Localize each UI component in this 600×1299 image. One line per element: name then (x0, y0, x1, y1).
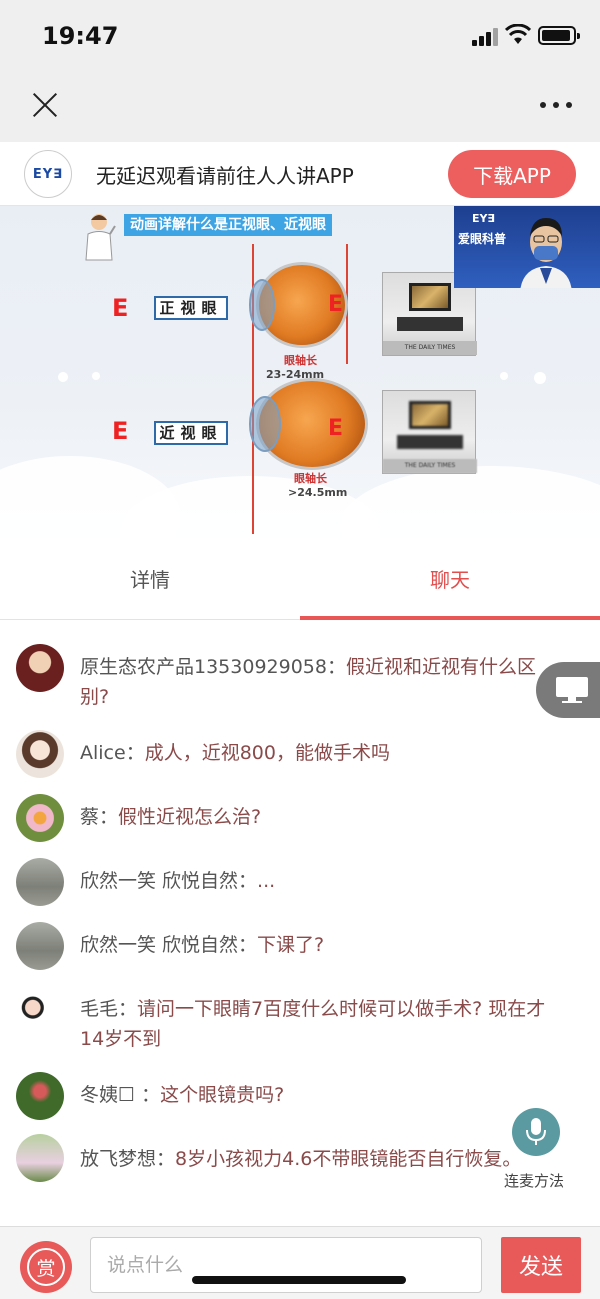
mic-help-link[interactable]: 连麦方法 (504, 1170, 564, 1191)
signal-icon (472, 28, 498, 46)
avatar (16, 922, 64, 970)
tab-details[interactable]: 详情 (0, 538, 300, 620)
status-time: 19:47 (42, 22, 119, 50)
send-button[interactable]: 发送 (501, 1237, 581, 1293)
chat-username: 毛毛： (80, 998, 138, 1020)
focus-letter-e: E (328, 416, 344, 441)
myopia-eye-image (249, 378, 368, 470)
avatar (16, 730, 64, 778)
avatar (16, 986, 64, 1034)
bottom-bar: 赏 发送 (0, 1226, 600, 1299)
focus-letter-e: E (328, 292, 344, 317)
app-logo: EY∃ (24, 150, 72, 198)
doctor-icon (85, 214, 116, 261)
screen-cast-button[interactable] (536, 662, 600, 718)
avatar (16, 858, 64, 906)
chat-text: 下课了? (257, 934, 325, 956)
home-indicator (192, 1276, 406, 1284)
reward-label: 赏 (27, 1248, 65, 1286)
microphone-icon (526, 1118, 546, 1145)
presenter-avatar (520, 218, 572, 288)
chart-letter-e: E (112, 417, 129, 445)
chat-username: 欣然一笑 欣悦自然： (80, 870, 258, 892)
chat-username: 蔡： (80, 806, 119, 828)
chat-text: 请问一下眼睛7百度什么时候可以做手术? 现在才14岁不到 (80, 998, 546, 1050)
nav-bar (0, 70, 600, 142)
chat-text: 这个眼镜贵吗? (160, 1084, 285, 1106)
status-bar: 19:47 (0, 0, 600, 70)
tab-chat[interactable]: 聊天 (300, 538, 600, 620)
chart-letter-e: E (112, 294, 129, 322)
battery-icon (538, 26, 580, 45)
blurry-tv-image: THE DAILY TIMES (382, 390, 477, 474)
chat-text: ... (257, 870, 276, 892)
normal-eye-label: 正视眼 (154, 296, 228, 320)
close-icon[interactable] (32, 92, 58, 118)
myopia-axis-value: >24.5mm (288, 486, 348, 499)
pip-brand: EY∃ (472, 212, 495, 225)
tv-caption: THE DAILY TIMES (383, 459, 477, 473)
chat-username: 放飞梦想： (80, 1148, 176, 1170)
chat-username: 冬姨☐ ： (80, 1084, 161, 1106)
presenter-video[interactable]: EY∃ 爱眼科普 (454, 206, 600, 288)
chat-text: 成人，近视800，能做手术吗 (144, 742, 390, 764)
avatar (16, 794, 64, 842)
reward-button[interactable]: 赏 (20, 1241, 72, 1293)
mic-button[interactable] (512, 1108, 560, 1156)
chat-text: 8岁小孩视力4.6不带眼镜能否自行恢复。 (175, 1148, 522, 1170)
chat-input[interactable] (90, 1237, 482, 1293)
chat-username: Alice： (80, 742, 145, 764)
avatar (16, 1134, 64, 1182)
pip-title: 爱眼科普 (458, 232, 507, 246)
more-icon[interactable] (540, 102, 572, 110)
chat-username: 欣然一笑 欣悦自然： (80, 934, 258, 956)
chat-text: 假性近视怎么治? (118, 806, 262, 828)
download-banner: EY∃ 无延迟观看请前往人人讲APP 下载APP (0, 142, 600, 206)
banner-title: 无延迟观看请前往人人讲APP (96, 164, 354, 188)
axis-label: 眼轴长 (284, 354, 317, 367)
tab-bar: 详情 聊天 (0, 538, 600, 620)
download-app-button[interactable]: 下载APP (448, 150, 576, 198)
logo-text: EY∃ (32, 166, 64, 182)
wifi-icon (505, 24, 531, 44)
video-player[interactable]: 动画详解什么是正视眼、近视眼 E 正视眼 E 近视眼 E 眼轴长 23-24mm… (0, 206, 600, 538)
chat-username: 原生态农产品13530929058： (80, 656, 346, 678)
avatar (16, 1072, 64, 1120)
tv-caption: THE DAILY TIMES (383, 341, 477, 355)
axis-label: 眼轴长 (294, 472, 327, 485)
monitor-icon (556, 677, 588, 703)
avatar (16, 644, 64, 692)
slide-title: 动画详解什么是正视眼、近视眼 (124, 214, 332, 236)
chat-list[interactable]: 原生态农产品13530929058：假近视和近视有什么区别? Alice：成人，… (0, 620, 600, 1226)
myopia-eye-label: 近视眼 (154, 421, 228, 445)
